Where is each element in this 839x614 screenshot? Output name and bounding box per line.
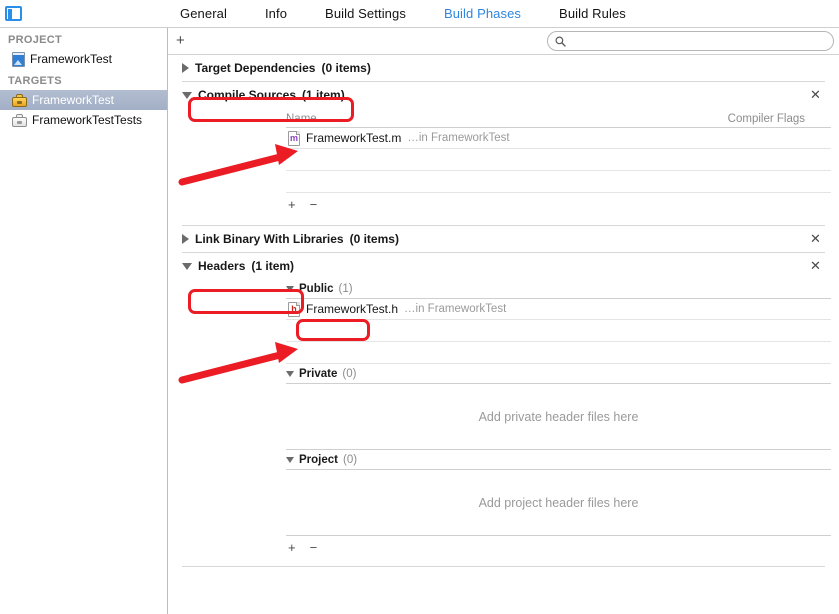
file-location: …in FrameworkTest [407,132,510,144]
phase-title: Compile Sources [198,88,297,102]
xcode-build-phases-window: General Info Build Settings Build Phases… [0,0,839,614]
add-file-button[interactable]: + [288,541,296,555]
project-document-icon [12,51,25,67]
phase-target-dependencies: Target Dependencies (0 items) [168,55,839,82]
sidebar-item-target-frameworktesttests[interactable]: FrameworkTestTests [0,110,167,130]
disclosure-triangle-collapsed-icon[interactable] [182,234,189,244]
phase-count: (1 item) [251,259,295,273]
remove-file-button[interactable]: − [310,198,318,212]
private-headers-dropzone[interactable]: Add private header files here [286,384,831,450]
phase-count: (0 items) [349,232,399,246]
editor-tabs: General Info Build Settings Build Phases… [180,0,626,27]
project-targets-sidebar: PROJECT FrameworkTest TARGETS FrameworkT… [0,28,168,614]
tab-build-phases[interactable]: Build Phases [444,6,521,21]
table-row[interactable]: h FrameworkTest.h …in FrameworkTest [286,299,831,320]
tab-build-rules[interactable]: Build Rules [559,6,626,21]
remove-phase-button[interactable]: ✕ [810,232,821,245]
sidebar-item-label: FrameworkTestTests [32,113,143,127]
phase-title: Link Binary With Libraries [195,232,344,246]
remove-phase-button[interactable]: ✕ [810,259,821,272]
header-file-icon: h [288,301,300,317]
phase-header[interactable]: Headers (1 item) ✕ [168,253,839,279]
empty-placeholder-text: Add project header files here [478,495,639,510]
editor-tab-bar: General Info Build Settings Build Phases… [0,0,839,28]
group-count: (1) [338,282,353,295]
group-name: Public [299,282,334,295]
phase-header[interactable]: Target Dependencies (0 items) [168,55,839,81]
sidebar-item-label: FrameworkTest [30,52,113,66]
headers-add-remove: + − [286,536,831,560]
sidebar-section-targets: TARGETS [8,75,62,87]
table-row-empty [286,342,831,364]
phase-headers: Headers (1 item) ✕ Public (1) h Framewor… [168,253,839,567]
empty-placeholder-text: Add private header files here [478,409,639,424]
file-location: …in FrameworkTest [404,303,507,315]
remove-file-button[interactable]: − [310,541,318,555]
sidebar-item-target-frameworktest[interactable]: FrameworkTest [0,90,167,110]
file-name: FrameworkTest.h [306,302,399,316]
phase-header[interactable]: Compile Sources (1 item) ✕ [168,82,839,108]
phase-title: Headers [198,259,246,273]
disclosure-triangle-collapsed-icon[interactable] [182,63,189,73]
tab-general[interactable]: General [180,6,227,21]
disclosure-triangle-expanded-icon[interactable] [182,262,192,270]
search-icon [555,36,566,47]
add-file-button[interactable]: + [288,198,296,212]
headers-group-project[interactable]: Project (0) [286,450,831,470]
compile-sources-add-remove: + − [286,193,831,217]
search-input[interactable] [571,35,821,47]
build-phases-toolbar: + [168,28,839,55]
group-count: (0) [342,367,357,380]
column-header-name: Name [286,113,317,125]
phase-title: Target Dependencies [195,61,316,75]
remove-phase-button[interactable]: ✕ [810,88,821,101]
sidebar-item-project-frameworktest[interactable]: FrameworkTest [0,49,167,69]
disclosure-triangle-expanded-icon[interactable] [286,285,294,292]
target-toolbox-icon [12,113,27,127]
group-name: Private [299,367,338,380]
target-toolbox-icon [12,93,27,107]
phase-count: (0 items) [321,61,371,75]
disclosure-triangle-expanded-icon[interactable] [286,456,294,463]
table-row-empty [286,149,831,171]
search-field[interactable] [547,31,834,51]
table-row-empty [286,171,831,193]
build-phases-list[interactable]: Target Dependencies (0 items) Compile So… [168,55,839,614]
project-headers-dropzone[interactable]: Add project header files here [286,470,831,536]
file-name: FrameworkTest.m [306,131,402,145]
table-row[interactable]: m FrameworkTest.m …in FrameworkTest [286,128,831,149]
phase-compile-sources: Compile Sources (1 item) ✕ Name Compiler… [168,82,839,226]
tab-build-settings[interactable]: Build Settings [325,6,406,21]
left-panel-toggle-icon[interactable] [5,6,22,21]
phase-link-binary-with-libraries: Link Binary With Libraries (0 items) ✕ [168,226,839,253]
tab-info[interactable]: Info [265,6,287,21]
sidebar-item-label: FrameworkTest [32,93,115,107]
table-row-empty [286,320,831,342]
build-phases-editor: + Target Dependencies (0 items) Compile … [168,28,839,614]
sidebar-section-project: PROJECT [8,34,63,46]
add-build-phase-button[interactable]: + [176,32,185,50]
disclosure-triangle-expanded-icon[interactable] [182,91,192,99]
disclosure-triangle-expanded-icon[interactable] [286,370,294,377]
headers-group-private[interactable]: Private (0) [286,364,831,384]
headers-group-public[interactable]: Public (1) [286,279,831,299]
divider [182,566,825,567]
phase-count: (1 item) [302,88,345,102]
objc-source-file-icon: m [288,130,300,146]
group-name: Project [299,453,338,466]
group-count: (0) [343,453,358,466]
phase-header[interactable]: Link Binary With Libraries (0 items) ✕ [168,226,839,252]
file-table-header: Name Compiler Flags [286,108,831,128]
column-header-compiler-flags: Compiler Flags [727,113,805,125]
